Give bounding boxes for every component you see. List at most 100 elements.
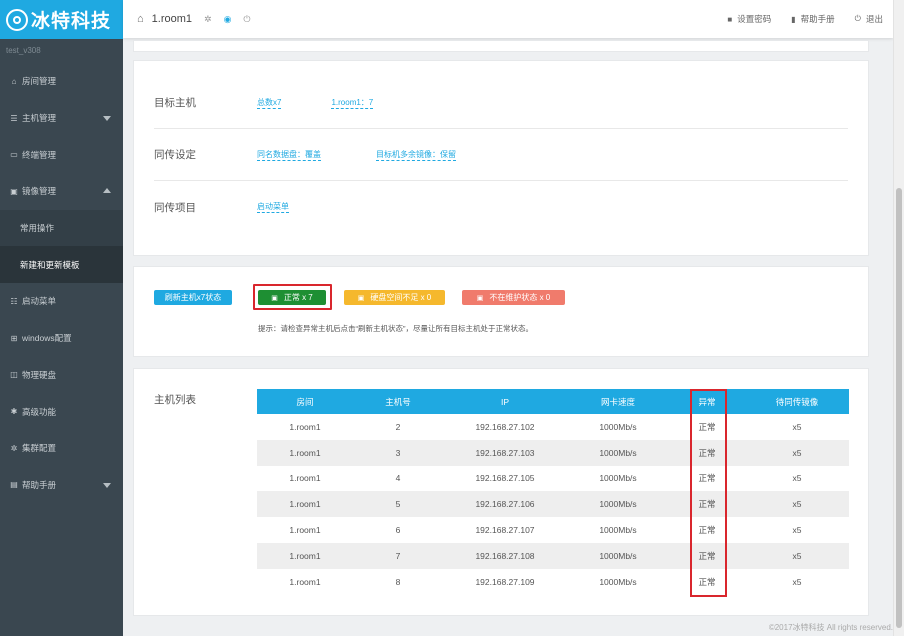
scrollbar[interactable] bbox=[893, 0, 904, 636]
host-list-panel: 主机列表 房间 主机号 IP 网卡速度 异常 待同传镜像 1.room1 2 192… bbox=[133, 368, 869, 616]
windows-icon: ⊞ bbox=[10, 333, 18, 343]
sync-settings-panel: 目标主机 总数x7 1.room1：7 同传设定 同名数据盘：覆盖 目标机多余镜… bbox=[133, 60, 869, 256]
table-cell: 192.168.27.102 bbox=[443, 414, 567, 440]
table-cell: 8 bbox=[353, 568, 443, 595]
sidebar-subitem-template[interactable]: 新建和更新模板 bbox=[0, 246, 123, 284]
refresh-status-button[interactable]: 刷新主机x7状态 bbox=[154, 290, 232, 305]
chevron-down-icon bbox=[103, 482, 111, 488]
table-cell: 1000Mb/s bbox=[567, 439, 669, 466]
menu-icon: ☷ bbox=[10, 296, 18, 306]
table-cell: 4 bbox=[353, 465, 443, 492]
home-icon: ⌂ bbox=[11, 76, 17, 86]
sidebar-item-terminals[interactable]: ▭ 终端管理 bbox=[0, 136, 123, 173]
status-tip: 提示：请检查异常主机后点击“刷新主机状态”，尽量让所有目标主机处于正常状态。 bbox=[258, 324, 533, 333]
table-header-row: 房间 主机号 IP 网卡速度 异常 待同传镜像 bbox=[257, 389, 849, 414]
table-row: 1.room1 4 192.168.27.105 1000Mb/s 正常 x5 bbox=[257, 465, 849, 492]
sidebar-item-disk[interactable]: ◫ 物理硬盘 bbox=[0, 357, 123, 394]
extra-image-link[interactable]: 目标机多余镜像：保留 bbox=[376, 149, 456, 161]
logout-link[interactable]: ⏻ 退出 bbox=[855, 13, 883, 25]
page-title: 1.room1 bbox=[151, 13, 193, 25]
brand-logo[interactable]: 冰特科技 bbox=[0, 0, 123, 39]
disk-icon: ◫ bbox=[10, 370, 18, 380]
sidebar-item-help[interactable]: ▤ 帮助手册 bbox=[0, 467, 123, 504]
file-icon: ▣ bbox=[476, 295, 484, 302]
table-row: 1.room1 6 192.168.27.107 1000Mb/s 正常 x5 bbox=[257, 517, 849, 543]
copyright: ©2017冰特科技 All rights reserved. bbox=[768, 623, 893, 632]
chevron-down-icon bbox=[103, 116, 111, 122]
image-icon: ▣ bbox=[10, 186, 18, 196]
file-icon: ▣ bbox=[271, 295, 278, 302]
column-header: IP bbox=[443, 389, 567, 414]
table-cell: 192.168.27.105 bbox=[443, 465, 567, 492]
sidebar-item-label: windows配置 bbox=[22, 333, 72, 344]
sidebar-item-label: 房间管理 bbox=[22, 76, 57, 87]
sidebar-item-hosts[interactable]: ☰ 主机管理 bbox=[0, 100, 123, 137]
set-password-label: 设置密码 bbox=[737, 14, 772, 24]
table-cell: 7 bbox=[353, 542, 443, 569]
table-cell: 1.room1 bbox=[257, 439, 353, 466]
sidebar-item-label: 物理硬盘 bbox=[22, 369, 57, 380]
not-maintenance-button[interactable]: ▣ 不在维护状态 x 0 bbox=[462, 290, 565, 305]
sidebar-item-cluster[interactable]: ✲ 集群配置 bbox=[0, 430, 123, 467]
target-host-total-link[interactable]: 总数x7 bbox=[257, 97, 282, 109]
highlight-box bbox=[690, 389, 727, 597]
help-icon: ▤ bbox=[10, 480, 18, 490]
scrollbar-thumb[interactable] bbox=[896, 188, 902, 628]
normal-status-button[interactable]: ▣ 正常 x 7 bbox=[258, 290, 326, 305]
table-cell: 5 bbox=[353, 491, 443, 518]
sidebar-item-label: 启动菜单 bbox=[22, 296, 57, 307]
home-icon[interactable]: ⌂ bbox=[137, 13, 144, 25]
star-icon: ✱ bbox=[10, 407, 18, 417]
target-host-room-link[interactable]: 1.room1：7 bbox=[331, 97, 374, 109]
same-name-disk-link[interactable]: 同名数据盘：覆盖 bbox=[257, 149, 321, 161]
sidebar-item-boot-menu[interactable]: ☷ 启动菜单 bbox=[0, 283, 123, 320]
table-cell: 2 bbox=[353, 414, 443, 440]
target-host-label: 目标主机 bbox=[154, 97, 196, 109]
sidebar-item-label: 常用操作 bbox=[20, 223, 55, 234]
sidebar-subitem-common-ops[interactable]: 常用操作 bbox=[0, 209, 123, 247]
sidebar-item-windows[interactable]: ⊞ windows配置 bbox=[0, 320, 123, 357]
sidebar-item-label: 集群配置 bbox=[22, 443, 57, 454]
gear-icon[interactable]: ✲ bbox=[204, 14, 212, 25]
table-cell: 1000Mb/s bbox=[567, 465, 669, 492]
column-header: 房间 bbox=[257, 389, 353, 414]
table-row: 1.room1 5 192.168.27.106 1000Mb/s 正常 x5 bbox=[257, 491, 849, 518]
column-header: 网卡速度 bbox=[567, 389, 669, 414]
disk-insufficient-button[interactable]: ▣ 硬盘空间不足 x 0 bbox=[344, 290, 445, 305]
host-status-panel: 刷新主机x7状态 ▣ 正常 x 7 ▣ 硬盘空间不足 x 0 ▣ 不在维护状态 x 0… bbox=[133, 266, 869, 357]
table-cell: 1000Mb/s bbox=[567, 568, 669, 595]
set-password-link[interactable]: ■ 设置密码 bbox=[727, 13, 771, 25]
table-cell: x5 bbox=[745, 491, 849, 518]
target-host-row: 目标主机 总数x7 1.room1：7 bbox=[154, 77, 848, 129]
table-cell: x5 bbox=[745, 465, 849, 492]
logout-label: 退出 bbox=[865, 14, 883, 24]
power-icon[interactable]: ⏻ bbox=[243, 14, 250, 25]
table-cell: 192.168.27.106 bbox=[443, 491, 567, 518]
sidebar: 冰特科技 test_v308 ⌂ 房间管理 ☰ 主机管理 ▭ 终端管理 ▣ 镜像… bbox=[0, 0, 123, 636]
top-panel bbox=[133, 40, 869, 52]
column-header: 主机号 bbox=[353, 389, 443, 414]
sidebar-item-label: 主机管理 bbox=[22, 113, 57, 124]
boot-menu-link[interactable]: 启动菜单 bbox=[257, 201, 289, 213]
table-row: 1.room1 8 192.168.27.109 1000Mb/s 正常 x5 bbox=[257, 568, 849, 595]
sidebar-item-label: 新建和更新模板 bbox=[20, 259, 80, 270]
table-cell: 1000Mb/s bbox=[567, 517, 669, 543]
version-label: test_v308 bbox=[6, 46, 41, 55]
globe-icon[interactable]: ◉ bbox=[224, 14, 232, 25]
table-cell: x5 bbox=[745, 517, 849, 543]
sidebar-item-images[interactable]: ▣ 镜像管理 bbox=[0, 173, 123, 210]
sidebar-item-rooms[interactable]: ⌂ 房间管理 bbox=[0, 63, 123, 100]
table-cell: 1.room1 bbox=[257, 414, 353, 440]
table-cell: 192.168.27.107 bbox=[443, 517, 567, 543]
table-cell: 6 bbox=[353, 517, 443, 543]
table-cell: 1.room1 bbox=[257, 491, 353, 518]
sidebar-item-advanced[interactable]: ✱ 高级功能 bbox=[0, 393, 123, 430]
column-header: 待同传镜像 bbox=[745, 389, 849, 414]
table-cell: x5 bbox=[745, 568, 849, 595]
top-header: ⌂ 1.room1 ✲ ◉ ⏻ ■ 设置密码 ▮ 帮助手册 ⏻ 退出 bbox=[123, 0, 893, 38]
not-maintenance-label: 不在维护状态 x 0 bbox=[489, 293, 551, 302]
cog-icon: ✲ bbox=[10, 443, 18, 453]
table-row: 1.room1 2 192.168.27.102 1000Mb/s 正常 x5 bbox=[257, 414, 849, 440]
help-manual-link[interactable]: ▮ 帮助手册 bbox=[791, 13, 834, 25]
sync-items-row: 同传项目 启动菜单 bbox=[154, 181, 848, 233]
